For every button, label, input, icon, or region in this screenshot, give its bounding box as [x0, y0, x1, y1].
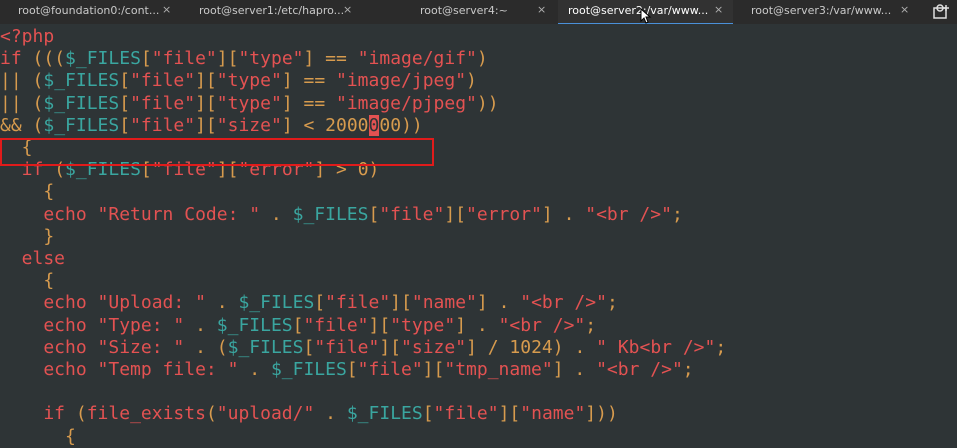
tab-label: root@server4:~ — [420, 4, 508, 17]
close-icon[interactable]: × — [343, 3, 352, 16]
code-line: else — [0, 248, 66, 270]
tab-server1[interactable]: root@server1:/etc/hapro... × — [185, 0, 375, 24]
code-line: && ($_FILES["file"]["size"] < 2000000)) — [0, 114, 423, 136]
code-line: <?php — [0, 26, 55, 47]
code-line: echo "Upload: " . $_FILES["file"]["name"… — [0, 292, 618, 314]
tab-label: root@server2:/var/www... — [568, 4, 709, 17]
code-line: } — [0, 225, 55, 247]
close-icon[interactable]: × — [900, 3, 909, 16]
tab-label: root@foundation0:/cont... — [18, 4, 160, 17]
code-line: echo "Size: " . ($_FILES["file"]["size"]… — [0, 336, 727, 358]
code-line: echo "Temp file: " . $_FILES["file"]["tm… — [0, 359, 694, 381]
tab-server4[interactable]: root@server4:~ × — [375, 0, 558, 24]
highlight-annotation-box — [0, 138, 434, 166]
close-icon[interactable]: × — [714, 3, 723, 16]
close-icon[interactable]: × — [537, 3, 546, 16]
text-cursor: 0 — [368, 114, 380, 136]
new-tab-icon[interactable] — [931, 2, 951, 22]
tab-foundation0[interactable]: root@foundation0:/cont... × — [0, 0, 185, 24]
tab-label: root@server1:/etc/hapro... — [199, 4, 345, 17]
code-line: echo "Type: " . $_FILES["file"]["type"] … — [0, 314, 597, 336]
code-line: { — [0, 425, 76, 447]
mouse-cursor-icon — [640, 8, 652, 24]
code-line: { — [0, 270, 55, 292]
code-line: if (file_exists("upload/" . $_FILES["fil… — [0, 403, 618, 425]
code-line: || ($_FILES["file"]["type"] == "image/jp… — [0, 70, 477, 92]
terminal-area[interactable]: <?php if ((($_FILES["file"]["type"] == "… — [0, 24, 957, 448]
code-line: { — [0, 181, 55, 203]
close-icon[interactable]: × — [162, 3, 171, 16]
code-line: echo "Return Code: " . $_FILES["file"]["… — [0, 203, 683, 225]
tab-server3[interactable]: root@server3:/var/www... × — [733, 0, 923, 24]
code-line: if ((($_FILES["file"]["type"] == "image/… — [0, 48, 488, 70]
code-block: <?php if ((($_FILES["file"]["type"] == "… — [0, 26, 726, 448]
new-tab-icon-graphic — [933, 4, 949, 19]
tab-label: root@server3:/var/www... — [751, 4, 892, 17]
tab-bar: root@foundation0:/cont... × root@server1… — [0, 0, 957, 25]
code-line: || ($_FILES["file"]["type"] == "image/pj… — [0, 92, 499, 114]
